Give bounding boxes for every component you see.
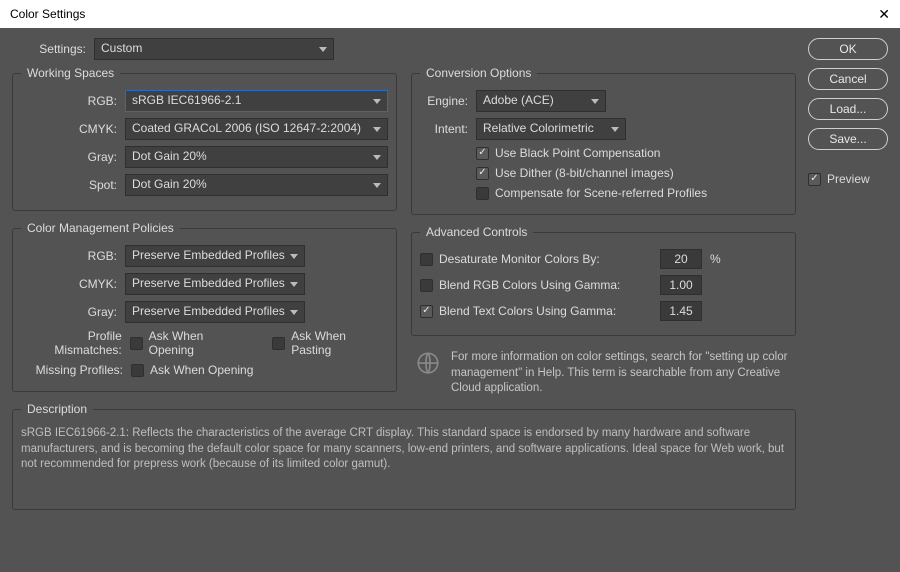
blend-rgb-label: Blend RGB Colors Using Gamma:	[439, 278, 620, 292]
ok-button[interactable]: OK	[808, 38, 888, 60]
conv-engine-label: Engine:	[420, 94, 476, 108]
preview-label: Preview	[827, 172, 870, 186]
pol-rgb-label: RGB:	[21, 249, 125, 263]
blend-text-value[interactable]: 1.45	[660, 301, 702, 321]
ws-spot-select[interactable]: Dot Gain 20%	[125, 174, 388, 196]
percent-label: %	[702, 252, 721, 266]
missing-open-label: Ask When Opening	[150, 363, 253, 377]
load-button[interactable]: Load...	[808, 98, 888, 120]
save-button[interactable]: Save...	[808, 128, 888, 150]
blend-rgb-checkbox[interactable]: Blend RGB Colors Using Gamma:	[420, 278, 660, 292]
conversion-legend: Conversion Options	[420, 66, 537, 80]
ws-gray-select[interactable]: Dot Gain 20%	[125, 146, 388, 168]
dither-label: Use Dither (8-bit/channel images)	[495, 166, 674, 180]
mismatch-paste-checkbox[interactable]: Ask When Pasting	[272, 329, 388, 357]
titlebar: Color Settings ✕	[0, 0, 900, 28]
policies-group: Color Management Policies RGB:Preserve E…	[12, 221, 397, 392]
description-legend: Description	[21, 402, 93, 416]
globe-icon	[415, 350, 441, 382]
info-area: For more information on color settings, …	[411, 346, 796, 397]
description-text: sRGB IEC61966-2.1: Reflects the characte…	[21, 426, 787, 473]
conv-intent-select[interactable]: Relative Colorimetric	[476, 118, 626, 140]
blend-rgb-value[interactable]: 1.00	[660, 275, 702, 295]
info-text: For more information on color settings, …	[451, 350, 796, 397]
ws-rgb-label: RGB:	[21, 94, 125, 108]
bpc-label: Use Black Point Compensation	[495, 146, 660, 160]
ws-spot-label: Spot:	[21, 178, 125, 192]
conv-intent-label: Intent:	[420, 122, 476, 136]
pol-cmyk-select[interactable]: Preserve Embedded Profiles	[125, 273, 305, 295]
cancel-button[interactable]: Cancel	[808, 68, 888, 90]
settings-select[interactable]: Custom	[94, 38, 334, 60]
missing-open-checkbox[interactable]: Ask When Opening	[131, 363, 253, 377]
mismatch-paste-label: Ask When Pasting	[291, 329, 388, 357]
preview-checkbox[interactable]: Preview	[808, 172, 888, 186]
mismatch-open-label: Ask When Opening	[149, 329, 251, 357]
close-icon[interactable]: ✕	[878, 6, 890, 23]
ws-rgb-select[interactable]: sRGB IEC61966-2.1	[125, 90, 388, 112]
blend-text-checkbox[interactable]: Blend Text Colors Using Gamma:	[420, 304, 660, 318]
compensate-label: Compensate for Scene-referred Profiles	[495, 186, 707, 200]
advanced-group: Advanced Controls Desaturate Monitor Col…	[411, 225, 796, 336]
blend-text-label: Blend Text Colors Using Gamma:	[439, 304, 616, 318]
ws-cmyk-label: CMYK:	[21, 122, 125, 136]
pol-mismatch-label: Profile Mismatches:	[21, 329, 130, 357]
policies-legend: Color Management Policies	[21, 221, 180, 235]
conv-engine-select[interactable]: Adobe (ACE)	[476, 90, 606, 112]
description-group: Description sRGB IEC61966-2.1: Reflects …	[12, 402, 796, 510]
window-title: Color Settings	[10, 7, 85, 21]
settings-label: Settings:	[12, 42, 94, 56]
advanced-legend: Advanced Controls	[420, 225, 533, 239]
dither-checkbox[interactable]: Use Dither (8-bit/channel images)	[476, 166, 674, 180]
bpc-checkbox[interactable]: Use Black Point Compensation	[476, 146, 660, 160]
pol-cmyk-label: CMYK:	[21, 277, 125, 291]
pol-rgb-select[interactable]: Preserve Embedded Profiles	[125, 245, 305, 267]
ws-cmyk-select[interactable]: Coated GRACoL 2006 (ISO 12647-2:2004)	[125, 118, 388, 140]
working-spaces-group: Working Spaces RGB:sRGB IEC61966-2.1 CMY…	[12, 66, 397, 211]
pol-gray-select[interactable]: Preserve Embedded Profiles	[125, 301, 305, 323]
desaturate-value[interactable]: 20	[660, 249, 702, 269]
ws-gray-label: Gray:	[21, 150, 125, 164]
compensate-checkbox[interactable]: Compensate for Scene-referred Profiles	[476, 186, 707, 200]
working-spaces-legend: Working Spaces	[21, 66, 120, 80]
pol-gray-label: Gray:	[21, 305, 125, 319]
conversion-group: Conversion Options Engine:Adobe (ACE) In…	[411, 66, 796, 215]
desaturate-label: Desaturate Monitor Colors By:	[439, 252, 600, 266]
pol-missing-label: Missing Profiles:	[21, 363, 131, 377]
desaturate-checkbox[interactable]: Desaturate Monitor Colors By:	[420, 252, 660, 266]
mismatch-open-checkbox[interactable]: Ask When Opening	[130, 329, 251, 357]
